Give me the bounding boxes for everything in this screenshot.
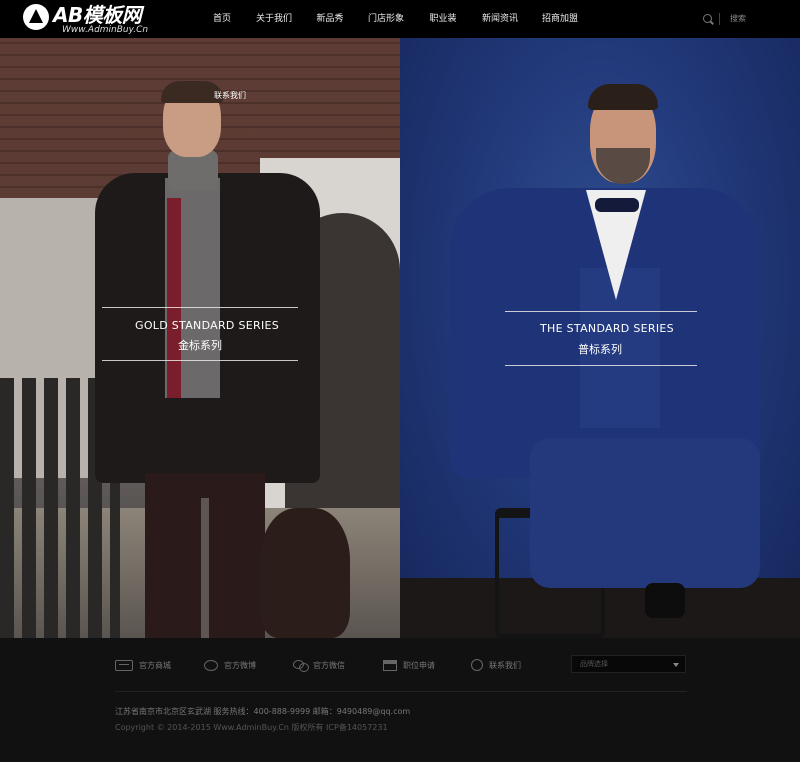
search-label[interactable]: 搜索 bbox=[730, 12, 746, 26]
caption-line-bottom bbox=[505, 365, 697, 366]
caption-line-bottom bbox=[102, 360, 298, 361]
nav-item-workwear[interactable]: 职业装 bbox=[416, 0, 470, 38]
footer-link-weibo[interactable]: 官方微博 bbox=[204, 657, 256, 673]
tmall-icon bbox=[115, 659, 133, 671]
footer-divider bbox=[115, 691, 687, 692]
standard-series-panel[interactable]: THE STANDARD SERIES 普标系列 bbox=[400, 38, 800, 638]
logo-title: AB模板网 bbox=[53, 3, 142, 27]
footer-address: 江苏省南京市北京区玄武湖 服务热线：400-888-9999 邮箱：949048… bbox=[115, 707, 411, 716]
caption-title-cn: 金标系列 bbox=[178, 339, 222, 352]
caption-line-top bbox=[505, 311, 697, 312]
shop-icon bbox=[383, 659, 397, 671]
nav-item-new-products[interactable]: 新品秀 bbox=[304, 0, 356, 38]
gold-series-panel[interactable]: GOLD STANDARD SERIES 金标系列 bbox=[0, 38, 400, 638]
standard-series-caption[interactable]: THE STANDARD SERIES 普标系列 bbox=[400, 38, 800, 638]
footer-link-label: 联系我们 bbox=[489, 660, 521, 670]
nav-item-home[interactable]: 首页 bbox=[200, 0, 244, 38]
nav-item-franchise[interactable]: 招商加盟 bbox=[530, 0, 590, 38]
search-divider bbox=[719, 13, 720, 25]
caption-title-cn: 普标系列 bbox=[578, 343, 622, 356]
footer-link-jobs[interactable]: 职位申请 bbox=[383, 657, 435, 673]
nav-item-about[interactable]: 关于我们 bbox=[244, 0, 304, 38]
nav-item-news[interactable]: 新闻资讯 bbox=[470, 0, 530, 38]
caption-title-en: GOLD STANDARD SERIES bbox=[135, 319, 280, 332]
weibo-icon bbox=[204, 659, 218, 671]
search-icon[interactable] bbox=[703, 14, 712, 23]
footer-link-wechat[interactable]: 官方微信 bbox=[293, 657, 345, 673]
logo-subtitle: Www.AdminBuy.Cn bbox=[62, 25, 149, 35]
caption-title-en: THE STANDARD SERIES bbox=[540, 322, 674, 335]
footer: 官方商城 官方微博 官方微信 职位申请 联系我们 品牌选择 江苏省南京市北京区玄… bbox=[0, 638, 800, 762]
main-nav: 首页 关于我们 新品秀 门店形象 职业装 新闻资讯 招商加盟 bbox=[200, 0, 590, 38]
footer-link-contact[interactable]: 联系我们 bbox=[471, 657, 521, 673]
footer-link-label: 官方商城 bbox=[139, 660, 171, 670]
footer-link-label: 官方微博 bbox=[224, 660, 256, 670]
wechat-icon bbox=[293, 659, 309, 672]
header: AB模板网 Www.AdminBuy.Cn 首页 关于我们 新品秀 门店形象 职… bbox=[0, 0, 800, 38]
caption-line-top bbox=[102, 307, 298, 308]
chevron-down-icon bbox=[673, 663, 679, 667]
footer-link-mall[interactable]: 官方商城 bbox=[115, 657, 171, 673]
gold-series-caption[interactable]: GOLD STANDARD SERIES 金标系列 bbox=[0, 38, 400, 638]
contact-icon bbox=[471, 659, 483, 671]
footer-link-label: 职位申请 bbox=[403, 660, 435, 670]
brand-select[interactable]: 品牌选择 bbox=[571, 655, 686, 673]
logo[interactable]: AB模板网 Www.AdminBuy.Cn bbox=[20, 3, 160, 37]
nav-item-store-image[interactable]: 门店形象 bbox=[356, 0, 416, 38]
logo-icon bbox=[23, 4, 49, 30]
floating-contact-label[interactable]: 联系我们 bbox=[214, 90, 246, 101]
footer-link-label: 官方微信 bbox=[313, 660, 345, 670]
footer-copyright: Copyright © 2014-2015 Www.AdminBuy.Cn 版权… bbox=[115, 723, 388, 732]
hero-banner: GOLD STANDARD SERIES 金标系列 THE STANDARD S… bbox=[0, 38, 800, 638]
brand-select-text: 品牌选择 bbox=[580, 660, 608, 668]
